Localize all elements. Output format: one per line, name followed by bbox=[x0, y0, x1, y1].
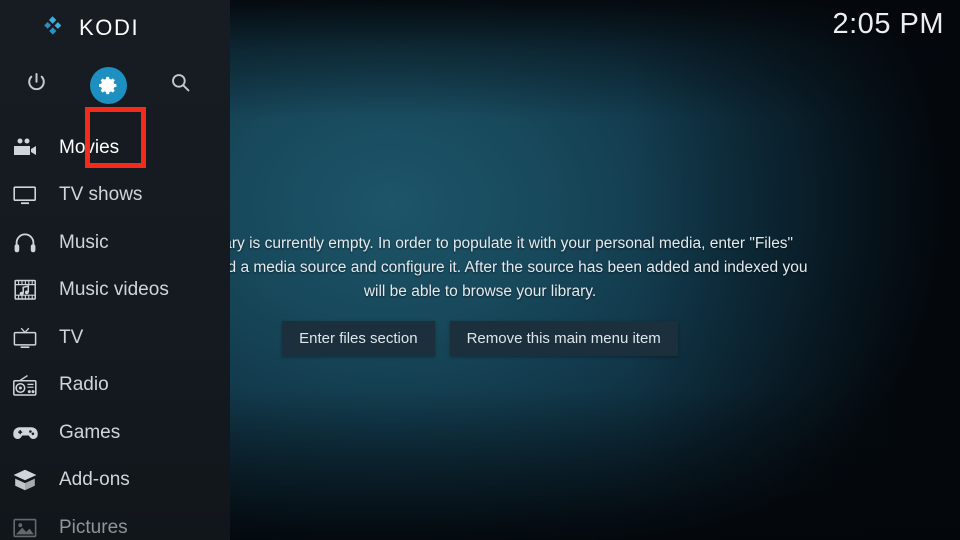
settings-button[interactable] bbox=[72, 56, 144, 114]
app-name: KODI bbox=[79, 15, 140, 40]
power-icon bbox=[25, 71, 48, 99]
gear-icon bbox=[89, 66, 127, 104]
search-button[interactable] bbox=[144, 56, 216, 114]
sidebar-item-label: Movies bbox=[59, 136, 120, 158]
sidebar-item-music-videos[interactable]: Music videos bbox=[0, 267, 230, 315]
sidebar-item-tv-shows[interactable]: TV shows bbox=[0, 172, 230, 220]
sidebar-item-label: TV bbox=[59, 326, 84, 348]
sidebar-item-radio[interactable]: Radio bbox=[0, 362, 230, 410]
sidebar-item-games[interactable]: Games bbox=[0, 409, 230, 457]
sidebar-toolbar bbox=[0, 56, 230, 168]
main-menu: Movies TV shows Music Music videos TV Ra… bbox=[0, 124, 230, 540]
power-button[interactable] bbox=[0, 56, 72, 114]
gamepad-icon bbox=[8, 418, 42, 448]
enter-files-section-button[interactable]: Enter files section bbox=[282, 321, 435, 356]
sidebar-item-add-ons[interactable]: Add-ons bbox=[0, 457, 230, 505]
headphones-icon bbox=[8, 228, 42, 258]
clock: 2:05 PM bbox=[832, 8, 944, 40]
search-icon bbox=[169, 71, 192, 99]
sidebar-item-movies[interactable]: Movies bbox=[0, 124, 230, 172]
tv-monitor-icon bbox=[8, 180, 42, 210]
sidebar-item-label: Games bbox=[59, 421, 121, 443]
picture-icon bbox=[8, 513, 42, 540]
kodi-home-screen: 2:05 PM Your library is currently empty.… bbox=[0, 0, 960, 540]
kodi-logo-icon bbox=[43, 15, 69, 41]
sidebar-item-label: Radio bbox=[59, 374, 109, 396]
sidebar-item-label: Music bbox=[59, 231, 109, 253]
sidebar-item-label: Music videos bbox=[59, 279, 169, 301]
movie-camera-icon bbox=[8, 133, 42, 163]
sidebar-item-pictures[interactable]: Pictures bbox=[0, 504, 230, 540]
tv-antenna-icon bbox=[8, 323, 42, 353]
empty-library-message: Your library is currently empty. In orde… bbox=[152, 235, 808, 300]
remove-main-menu-item-button[interactable]: Remove this main menu item bbox=[449, 321, 678, 356]
sidebar-item-tv[interactable]: TV bbox=[0, 314, 230, 362]
open-box-icon bbox=[8, 465, 42, 495]
radio-icon bbox=[8, 370, 42, 400]
sidebar-item-music[interactable]: Music bbox=[0, 219, 230, 267]
sidebar-item-label: TV shows bbox=[59, 184, 143, 206]
sidebar: KODI Movies TV shows Music Music videos … bbox=[0, 0, 230, 540]
sidebar-item-label: Add-ons bbox=[59, 469, 130, 491]
brand: KODI bbox=[0, 0, 230, 56]
film-music-icon bbox=[8, 275, 42, 305]
sidebar-item-label: Pictures bbox=[59, 516, 128, 538]
